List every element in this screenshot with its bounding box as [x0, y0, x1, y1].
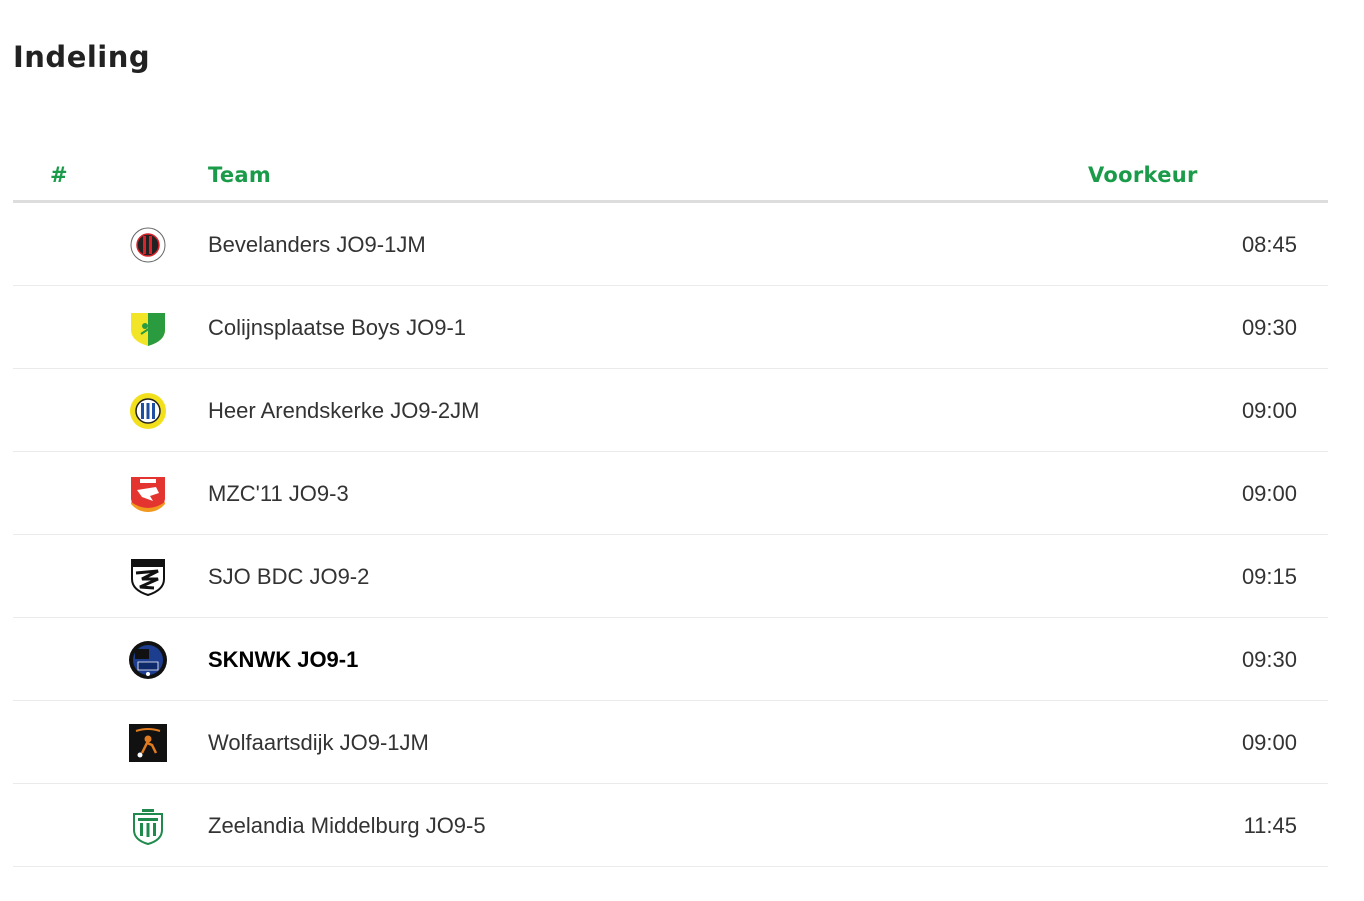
- bevelanders-logo: [128, 225, 168, 265]
- preference-time: 09:00: [1241, 730, 1297, 755]
- page-title: Indeling: [13, 40, 151, 74]
- team-name-own[interactable]: SKNWK JO9-1: [208, 647, 358, 673]
- standings-table: # Team Voorkeur Bevelanders JO9-1JM 08:4…: [13, 150, 1328, 867]
- team-name[interactable]: Wolfaartsdijk JO9-1JM: [208, 730, 429, 756]
- table-row[interactable]: Bevelanders JO9-1JM 08:45: [13, 203, 1328, 286]
- team-name[interactable]: Bevelanders JO9-1JM: [208, 232, 426, 258]
- team-name[interactable]: Colijnsplaatse Boys JO9-1: [208, 315, 466, 341]
- table-row[interactable]: Colijnsplaatse Boys JO9-1 09:30: [13, 286, 1328, 369]
- sjo-bdc-logo: [128, 557, 168, 597]
- preference-time: 11:45: [1243, 813, 1297, 838]
- team-name[interactable]: Heer Arendskerke JO9-2JM: [208, 398, 479, 424]
- team-name[interactable]: SJO BDC JO9-2: [208, 564, 369, 590]
- preference-time: 09:30: [1241, 315, 1297, 340]
- team-name[interactable]: MZC'11 JO9-3: [208, 481, 349, 507]
- preference-time: 09:15: [1241, 564, 1297, 589]
- heer-arendskerke-logo: [128, 391, 168, 431]
- wolfaartsdijk-logo: [128, 723, 168, 763]
- table-row[interactable]: SKNWK JO9-1 09:30: [13, 618, 1328, 701]
- table-row[interactable]: Heer Arendskerke JO9-2JM 09:00: [13, 369, 1328, 452]
- table-header: # Team Voorkeur: [13, 150, 1328, 203]
- preference-time: 08:45: [1241, 232, 1297, 257]
- colijnsplaatse-boys-logo: [128, 308, 168, 348]
- rank-column-header[interactable]: #: [50, 163, 68, 187]
- table-row[interactable]: MZC'11 JO9-3 09:00: [13, 452, 1328, 535]
- preference-column-header[interactable]: Voorkeur: [1088, 163, 1198, 187]
- team-column-header[interactable]: Team: [208, 163, 271, 187]
- preference-time: 09:00: [1241, 398, 1297, 423]
- table-row[interactable]: SJO BDC JO9-2 09:15: [13, 535, 1328, 618]
- preference-time: 09:30: [1241, 647, 1297, 672]
- sknwk-logo: [128, 640, 168, 680]
- zeelandia-middelburg-logo: [128, 806, 168, 846]
- mzc11-logo: [128, 474, 168, 514]
- table-row[interactable]: Wolfaartsdijk JO9-1JM 09:00: [13, 701, 1328, 784]
- table-row[interactable]: Zeelandia Middelburg JO9-5 11:45: [13, 784, 1328, 867]
- team-name[interactable]: Zeelandia Middelburg JO9-5: [208, 813, 486, 839]
- preference-time: 09:00: [1241, 481, 1297, 506]
